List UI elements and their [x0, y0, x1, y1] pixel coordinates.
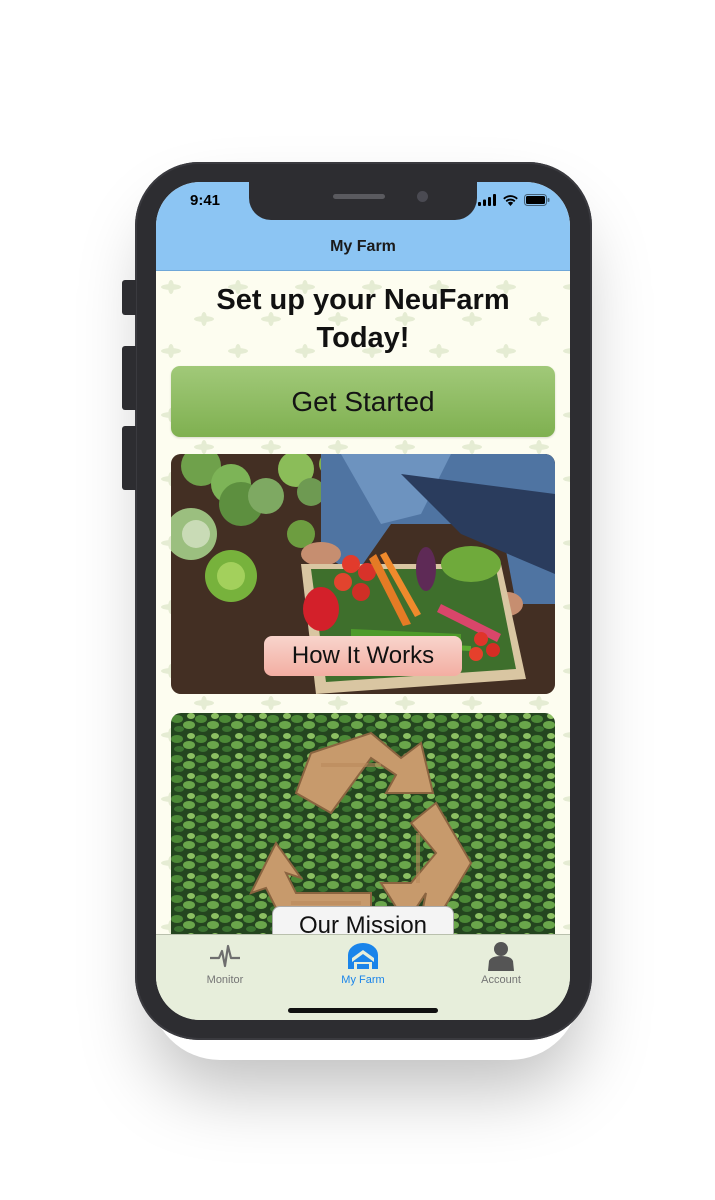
front-camera — [417, 191, 428, 202]
how-it-works-card[interactable]: How It Works — [171, 454, 555, 694]
status-time: 9:41 — [190, 192, 221, 209]
status-icons — [478, 194, 550, 206]
setup-headline: Set up your NeuFarm Today! — [156, 281, 570, 357]
tab-label-my-farm: My Farm — [341, 974, 385, 986]
wifi-icon — [503, 195, 518, 206]
home-indicator[interactable] — [288, 1008, 438, 1013]
tab-label-monitor: Monitor — [206, 974, 244, 986]
tab-monitor[interactable]: Monitor — [156, 935, 294, 1005]
tab-my-farm[interactable]: My Farm — [294, 935, 432, 1005]
headline-line-2: Today! — [316, 322, 410, 354]
tab-account[interactable]: Account — [432, 935, 570, 1005]
nav-bar: 9:41 My Farm — [156, 182, 570, 271]
recycle-ivy-image — [171, 713, 555, 934]
speaker-grille — [333, 194, 385, 199]
volume-down-button — [122, 426, 136, 490]
page-title: My Farm — [330, 238, 396, 255]
headline-line-1: Set up your NeuFarm — [216, 284, 510, 316]
main-content[interactable]: Set up your NeuFarm Today! Get Started H… — [156, 271, 570, 934]
device-notch — [249, 182, 477, 220]
tab-label-account: Account — [481, 974, 521, 986]
volume-up-button — [122, 346, 136, 410]
our-mission-card[interactable]: Our Mission — [171, 713, 555, 934]
get-started-button[interactable]: Get Started — [171, 366, 555, 437]
cellular-signal-icon — [478, 194, 496, 206]
app-screen: 9:41 My Farm Set up your NeuFarm Today! … — [156, 182, 570, 1020]
battery-icon — [524, 194, 550, 206]
heartbeat-icon — [210, 944, 240, 968]
how-it-works-button[interactable]: How It Works — [264, 636, 462, 676]
silent-switch — [122, 280, 136, 315]
greenhouse-icon — [348, 943, 378, 969]
person-icon — [488, 942, 514, 971]
our-mission-button[interactable]: Our Mission — [272, 906, 454, 934]
